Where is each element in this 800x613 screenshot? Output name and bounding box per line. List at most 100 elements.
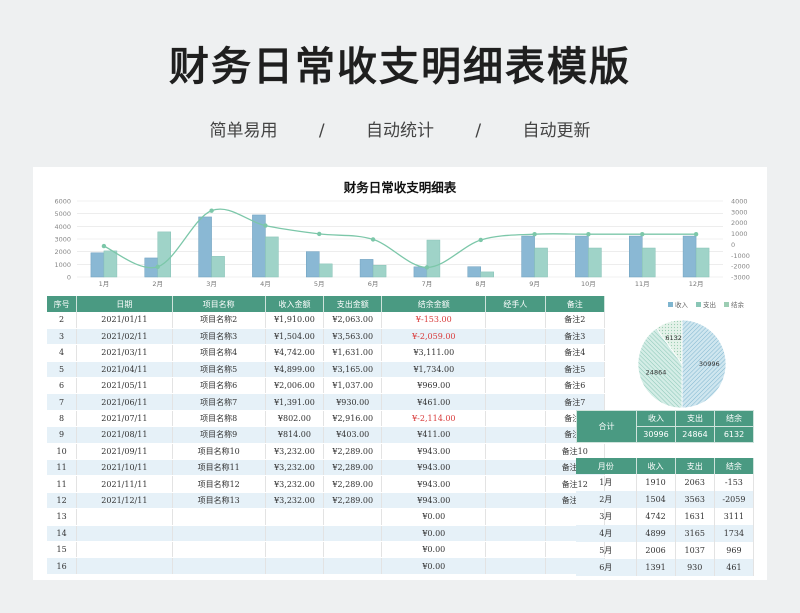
table-cell: ¥2,063.00 xyxy=(323,312,383,329)
x-tick-label: 2月 xyxy=(152,280,163,288)
y-right-tick-label: -3000 xyxy=(731,274,750,282)
bar-income xyxy=(90,252,105,278)
column-header: 项目名称 xyxy=(172,296,266,312)
table-cell xyxy=(485,508,546,526)
table-cell: ¥0.00 xyxy=(381,557,487,575)
table-cell: 2021/07/11 xyxy=(76,410,173,428)
monthly-cell: 2063 xyxy=(675,474,715,491)
y-left-tick-label: 6000 xyxy=(54,198,71,206)
monthly-cell: 1037 xyxy=(675,542,715,559)
x-tick-label: 11月 xyxy=(635,280,650,288)
table-cell: ¥943.00 xyxy=(381,492,487,510)
table-cell: ¥4,899.00 xyxy=(265,361,325,379)
table-cell: ¥3,563.00 xyxy=(323,328,383,346)
table-cell: 备注6 xyxy=(545,377,606,395)
bar-income xyxy=(198,216,212,278)
legend-label: 结余 xyxy=(731,300,745,309)
monthly-cell: 1631 xyxy=(675,508,715,525)
column-header: 经手人 xyxy=(485,296,546,312)
bar-expense xyxy=(534,247,548,278)
table-cell xyxy=(485,557,546,575)
table-cell: 2021/01/11 xyxy=(76,312,173,329)
balance-point xyxy=(155,264,160,269)
y-left-tick-label: 4000 xyxy=(54,223,71,231)
monthly-cell: 4742 xyxy=(636,508,676,525)
column-header: 结余金额 xyxy=(381,296,487,312)
bar-income xyxy=(521,235,535,278)
table-cell: ¥2,289.00 xyxy=(323,475,383,493)
table-cell: ¥411.00 xyxy=(381,426,487,444)
monthly-cell: 2006 xyxy=(636,542,676,559)
balance-point xyxy=(101,243,107,249)
balance-point xyxy=(693,231,699,237)
y-right-tick-label: -1000 xyxy=(731,252,750,260)
table-cell: ¥4,742.00 xyxy=(265,344,325,362)
detail-table: 序号 日期 项目名称 收入金额 支出金额 结余金额 经手人 备注 2 2021/01/11 项目名… xyxy=(47,296,606,575)
table-cell: 项目名称4 xyxy=(172,344,266,362)
monthly-column-header: 支出 xyxy=(675,458,715,474)
monthly-cell: 1391 xyxy=(636,559,676,576)
table-cell: ¥802.00 xyxy=(265,410,325,428)
y-left-tick-label: 5000 xyxy=(54,210,71,218)
table-cell: 项目名称7 xyxy=(172,393,266,411)
table-cell: 备注2 xyxy=(545,312,606,329)
table-row: 16 ¥0.00 xyxy=(47,557,606,575)
table-row: 2 2021/01/11 项目名称2 ¥1,910.00 ¥2,063.00 ¥-153.… xyxy=(47,312,606,329)
monthly-row: 5月 2006 1037 969 xyxy=(576,542,755,559)
table-cell xyxy=(76,541,173,559)
legend-label: 收入 xyxy=(675,300,689,309)
table-cell xyxy=(485,426,546,444)
table-cell xyxy=(485,377,546,395)
table-cell: ¥1,504.00 xyxy=(265,328,325,346)
table-cell: 备注4 xyxy=(545,344,606,362)
table-cell: 2 xyxy=(47,312,78,329)
table-cell: ¥3,111.00 xyxy=(381,344,487,362)
monthly-table: 月份 收入 支出 结余 1月 1910 2063 -153 2月 1504 3563 -2059 3月… xyxy=(576,458,755,576)
table-cell: 12 xyxy=(47,492,78,510)
bar-expense xyxy=(426,239,441,278)
y-right-tick-label: 1000 xyxy=(731,230,748,238)
summary-pie-chart: 收入 支出 结余 30996 24864 6132 xyxy=(637,300,745,409)
table-row: 10 2021/09/11 项目名称10 ¥3,232.00 ¥2,289.00 ¥943… xyxy=(47,443,606,461)
monthly-cell: 969 xyxy=(714,542,755,559)
table-cell: 2021/10/11 xyxy=(76,459,173,477)
table-row: 5 2021/04/11 项目名称5 ¥4,899.00 ¥3,165.00 ¥1,734… xyxy=(47,361,606,379)
tag-auto-update: 自动更新 xyxy=(522,121,591,141)
table-cell: 7 xyxy=(47,393,78,411)
x-tick-label: 10月 xyxy=(581,280,596,288)
table-cell: 11 xyxy=(47,475,78,493)
table-row: 12 2021/12/11 项目名称13 ¥3,232.00 ¥2,289.00 ¥943… xyxy=(47,492,606,510)
table-cell: ¥1,037.00 xyxy=(323,377,383,395)
legend-swatch xyxy=(696,302,701,307)
summary-table: 合计 收入 支出 结余 30996 24864 6132 xyxy=(576,410,754,443)
bar-expense xyxy=(588,247,602,278)
pie-slice-label: 6132 xyxy=(665,334,682,342)
table-row: 8 2021/07/11 项目名称8 ¥802.00 ¥2,916.00 ¥-2,114.… xyxy=(47,410,606,428)
summary-header-balance: 结余 xyxy=(714,410,754,427)
bar-expense xyxy=(642,247,656,278)
balance-point xyxy=(532,231,537,237)
table-cell: 9 xyxy=(47,426,78,444)
monthly-column-header: 月份 xyxy=(576,458,637,474)
table-cell: ¥1,734.00 xyxy=(381,361,487,379)
table-row: 9 2021/08/11 项目名称9 ¥814.00 ¥403.00 ¥411.00 备注9 xyxy=(47,426,606,444)
table-row: 6 2021/05/11 项目名称6 ¥2,006.00 ¥1,037.00 ¥969.0… xyxy=(47,377,606,395)
table-cell: 16 xyxy=(47,557,78,575)
table-cell: ¥814.00 xyxy=(265,426,325,444)
monthly-table-header: 月份 收入 支出 结余 xyxy=(576,458,755,474)
monthly-cell: -2059 xyxy=(714,491,755,508)
table-cell: ¥3,232.00 xyxy=(265,475,325,493)
y-right-tick-label: 4000 xyxy=(731,198,748,206)
summary-header-income: 收入 xyxy=(636,410,676,427)
x-tick-label: 9月 xyxy=(529,280,540,288)
table-cell: ¥0.00 xyxy=(381,508,487,526)
bar-expense xyxy=(372,264,387,278)
table-cell: 项目名称13 xyxy=(172,492,266,510)
table-cell xyxy=(172,508,266,526)
summary-label: 合计 xyxy=(576,410,637,443)
table-cell: 2021/02/11 xyxy=(76,328,173,346)
monthly-row: 4月 4899 3165 1734 xyxy=(576,525,755,542)
table-row: 4 2021/03/11 项目名称4 ¥4,742.00 ¥1,631.00 ¥3,111… xyxy=(47,344,606,362)
table-cell: ¥-153.00 xyxy=(381,312,487,329)
y-left-tick-label: 0 xyxy=(67,274,71,282)
